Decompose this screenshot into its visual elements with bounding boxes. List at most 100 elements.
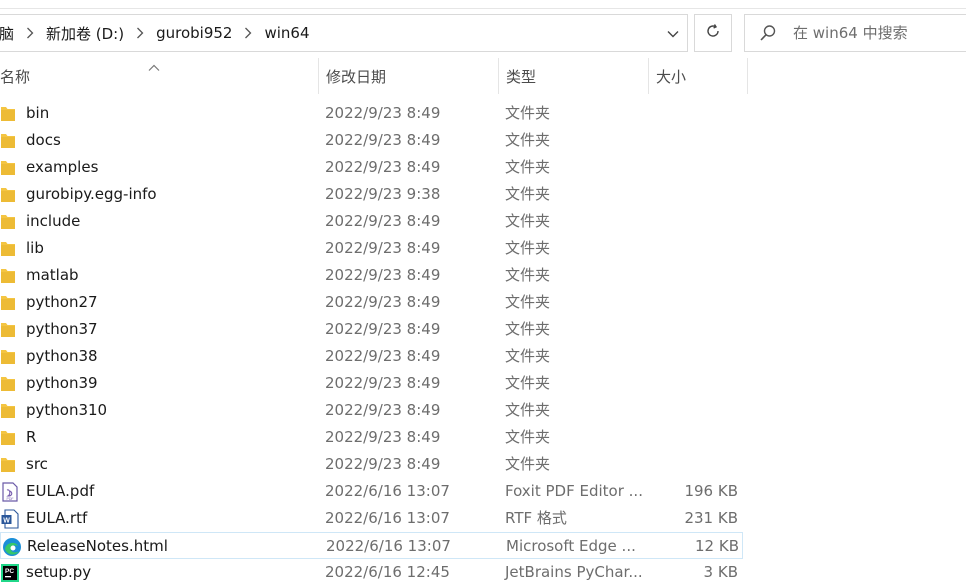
refresh-icon [705, 23, 721, 43]
search-input[interactable] [793, 15, 963, 51]
column-header-date[interactable]: 修改日期 [318, 58, 498, 94]
file-type: 文件夹 [505, 347, 551, 365]
folder-icon [1, 289, 21, 316]
file-name: docs [26, 131, 61, 149]
folder-icon [1, 181, 21, 208]
file-size [648, 289, 738, 316]
file-row[interactable]: python37 2022/9/23 8:49 文件夹 [0, 316, 966, 343]
file-row[interactable]: PC setup.py 2022/6/16 12:45 JetBrains PyCha… [0, 559, 966, 586]
file-modified-date: 2022/9/23 8:49 [325, 455, 441, 473]
folder-icon [1, 343, 21, 370]
file-name: R [26, 428, 37, 446]
file-modified-date: 2022/6/16 12:45 [325, 563, 450, 581]
file-size [648, 181, 738, 208]
file-modified-date: 2022/9/23 8:49 [325, 131, 441, 149]
pycharm-file-icon: PC [1, 559, 21, 586]
file-type: Microsoft Edge ... [506, 537, 636, 555]
breadcrumb-chevron-icon[interactable] [130, 15, 150, 51]
file-type: 文件夹 [505, 212, 551, 230]
file-row[interactable]: examples 2022/9/23 8:49 文件夹 [0, 154, 966, 181]
file-row[interactable]: python38 2022/9/23 8:49 文件夹 [0, 343, 966, 370]
breadcrumb-chevron-icon[interactable] [238, 15, 258, 51]
file-type: RTF 格式 [505, 509, 567, 527]
file-modified-date: 2022/9/23 8:49 [325, 347, 441, 365]
file-row[interactable]: python39 2022/9/23 8:49 文件夹 [0, 370, 966, 397]
breadcrumb-item-gurobi952[interactable]: gurobi952 [150, 24, 238, 42]
edge-file-icon [2, 533, 22, 560]
word-file-icon: W [1, 505, 21, 532]
file-type: 文件夹 [505, 428, 551, 446]
file-modified-date: 2022/6/16 13:07 [326, 537, 451, 555]
file-type: 文件夹 [505, 158, 551, 176]
file-size: 12 KB [695, 537, 739, 555]
file-row[interactable]: python310 2022/9/23 8:49 文件夹 [0, 397, 966, 424]
file-type: 文件夹 [505, 239, 551, 257]
file-modified-date: 2022/9/23 8:49 [325, 428, 441, 446]
file-row[interactable]: src 2022/9/23 8:49 文件夹 [0, 451, 966, 478]
file-modified-date: 2022/9/23 9:38 [325, 185, 441, 203]
file-name: examples [26, 158, 99, 176]
file-name: bin [26, 104, 50, 122]
file-type: 文件夹 [505, 293, 551, 311]
file-list: bin 2022/9/23 8:49 文件夹 docs 2022/9/23 8:49 文件… [0, 100, 966, 586]
file-modified-date: 2022/6/16 13:07 [325, 482, 450, 500]
column-header-label: 名称 [0, 67, 31, 86]
file-row[interactable]: PDF EULA.pdf 2022/6/16 13:07 Foxit PDF Edit… [0, 478, 966, 505]
breadcrumb-chevron-icon[interactable] [20, 15, 40, 51]
search-icon [759, 24, 777, 46]
file-size [648, 424, 738, 451]
file-size [648, 208, 738, 235]
file-type: 文件夹 [505, 185, 551, 203]
column-header-type[interactable]: 类型 [498, 58, 648, 94]
file-size: 231 KB [684, 509, 738, 527]
file-row[interactable]: docs 2022/9/23 8:49 文件夹 [0, 127, 966, 154]
file-type: 文件夹 [505, 455, 551, 473]
file-modified-date: 2022/9/23 8:49 [325, 158, 441, 176]
file-size [648, 235, 738, 262]
folder-icon [1, 424, 21, 451]
file-row[interactable]: ReleaseNotes.html 2022/6/16 13:07 Microsof… [0, 532, 743, 559]
folder-icon [1, 100, 21, 127]
column-header-size[interactable]: 大小 [648, 58, 748, 94]
file-name: python27 [26, 293, 98, 311]
file-size [648, 154, 738, 181]
file-row[interactable]: lib 2022/9/23 8:49 文件夹 [0, 235, 966, 262]
column-header-row: 名称 修改日期 类型 大小 [0, 58, 966, 94]
column-header-label: 类型 [506, 67, 537, 86]
file-row[interactable]: gurobipy.egg-info 2022/9/23 9:38 文件夹 [0, 181, 966, 208]
breadcrumb-item-parent[interactable]: 脑 [0, 23, 20, 44]
address-history-dropdown[interactable] [659, 15, 687, 51]
folder-icon [1, 397, 21, 424]
file-name: matlab [26, 266, 79, 284]
folder-icon [1, 127, 21, 154]
folder-icon [1, 451, 21, 478]
svg-text:PC: PC [5, 568, 14, 575]
file-size [648, 100, 738, 127]
file-name: src [26, 455, 48, 473]
address-bar[interactable]: 脑 新加卷 (D:) gurobi952 win64 [0, 14, 688, 52]
file-row[interactable]: R 2022/9/23 8:49 文件夹 [0, 424, 966, 451]
folder-icon [1, 235, 21, 262]
breadcrumb-item-drive[interactable]: 新加卷 (D:) [40, 23, 130, 44]
breadcrumb-item-win64[interactable]: win64 [258, 24, 315, 42]
file-size [648, 127, 738, 154]
file-row[interactable]: matlab 2022/9/23 8:49 文件夹 [0, 262, 966, 289]
file-row[interactable]: python27 2022/9/23 8:49 文件夹 [0, 289, 966, 316]
file-name: setup.py [26, 563, 92, 581]
file-name: python37 [26, 320, 98, 338]
file-name: EULA.pdf [26, 482, 95, 500]
file-type: 文件夹 [505, 104, 551, 122]
file-type: JetBrains PyChar... [505, 563, 643, 581]
column-header-name[interactable]: 名称 [0, 58, 318, 94]
search-box[interactable] [744, 14, 966, 52]
file-modified-date: 2022/9/23 8:49 [325, 293, 441, 311]
file-type: 文件夹 [505, 401, 551, 419]
file-row[interactable]: bin 2022/9/23 8:49 文件夹 [0, 100, 966, 127]
file-row[interactable]: include 2022/9/23 8:49 文件夹 [0, 208, 966, 235]
file-row[interactable]: W EULA.rtf 2022/6/16 13:07 RTF 格式 231 KB [0, 505, 966, 532]
folder-icon [1, 370, 21, 397]
file-modified-date: 2022/9/23 8:49 [325, 320, 441, 338]
file-modified-date: 2022/9/23 8:49 [325, 266, 441, 284]
file-size: 3 KB [703, 563, 738, 581]
refresh-button[interactable] [694, 14, 732, 52]
